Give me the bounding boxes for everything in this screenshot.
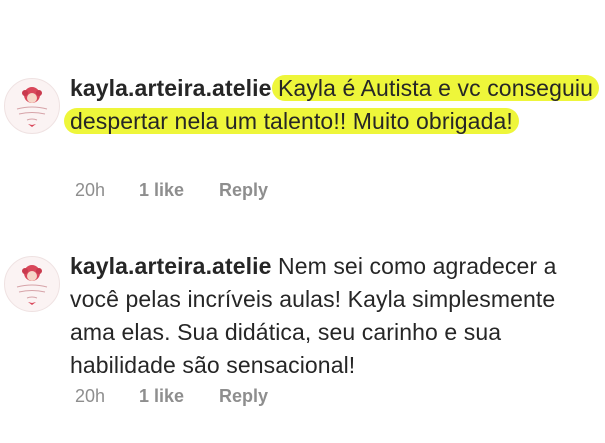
comment-body: kayla.arteira.atelie Kayla é Autista e v… (64, 72, 600, 138)
avatar[interactable] (4, 256, 60, 312)
comment-like-count[interactable]: 1 like (139, 180, 219, 201)
reply-button[interactable]: Reply (219, 180, 268, 201)
avatar[interactable] (4, 78, 60, 134)
comment-username[interactable]: kayla.arteira.atelie (70, 75, 271, 101)
comment-timestamp: 20h (75, 180, 106, 200)
doll-logo-icon (16, 87, 48, 127)
comment-meta: 20h 1 like Reply (75, 386, 268, 407)
comment-timestamp: 20h (75, 386, 106, 406)
comment-body: kayla.arteira.atelie Nem sei como agrade… (70, 250, 600, 382)
comment-meta: 20h 1 like Reply (75, 180, 268, 201)
doll-logo-icon (16, 265, 48, 305)
comment-like-count[interactable]: 1 like (139, 386, 219, 407)
comment-username[interactable]: kayla.arteira.atelie (70, 253, 271, 279)
reply-button[interactable]: Reply (219, 386, 268, 407)
